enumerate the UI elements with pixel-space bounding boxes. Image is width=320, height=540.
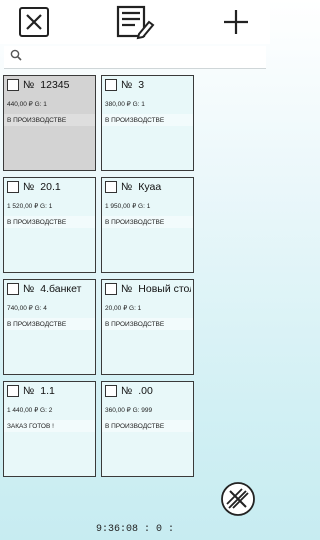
order-checkbox[interactable] — [105, 385, 117, 397]
order-card[interactable]: № Новый стол 20,00 ₽ G: 1 В ПРОИЗВОДСТВЕ — [101, 279, 194, 375]
order-checkbox[interactable] — [7, 385, 19, 397]
order-number: 1.1 — [40, 385, 55, 397]
order-price: 740,00 ₽ G: 4 — [7, 305, 47, 312]
order-number: 12345 — [40, 79, 70, 91]
toolbar — [0, 0, 270, 44]
cutlery-button[interactable] — [220, 481, 256, 517]
cutlery-cross-icon — [221, 482, 255, 516]
order-status: В ПРОИЗВОДСТВЕ — [105, 423, 165, 430]
order-card[interactable]: № 4.банкет 740,00 ₽ G: 4 В ПРОИЗВОДСТВЕ — [3, 279, 96, 375]
order-status: В ПРОИЗВОДСТВЕ — [7, 219, 67, 226]
order-status: В ПРОИЗВОДСТВЕ — [105, 219, 165, 226]
order-price: 1 440,00 ₽ G: 2 — [7, 407, 53, 414]
order-price: 1 950,00 ₽ G: 1 — [105, 203, 151, 210]
order-status: ЗАКАЗ ГОТОВ ! — [7, 423, 54, 430]
order-number-prefix: № — [23, 385, 35, 397]
order-checkbox[interactable] — [7, 79, 19, 91]
order-number-prefix: № — [23, 181, 35, 193]
order-checkbox[interactable] — [7, 283, 19, 295]
order-number: Куаа — [138, 181, 162, 193]
order-number: Новый стол — [138, 283, 191, 295]
add-order-button[interactable] — [218, 4, 254, 40]
order-number: 20.1 — [40, 181, 61, 193]
search-icon — [10, 49, 22, 61]
order-checkbox[interactable] — [105, 181, 117, 193]
search-bar[interactable] — [4, 46, 266, 69]
order-number-prefix: № — [23, 79, 35, 91]
plus-icon — [224, 10, 248, 34]
order-checkbox[interactable] — [105, 79, 117, 91]
order-status: В ПРОИЗВОДСТВЕ — [7, 321, 67, 328]
notes-edit-icon — [116, 5, 155, 40]
order-card[interactable]: № 20.1 1 520,00 ₽ G: 1 В ПРОИЗВОДСТВЕ — [3, 177, 96, 273]
order-card[interactable]: № 1.1 1 440,00 ₽ G: 2 ЗАКАЗ ГОТОВ ! — [3, 381, 96, 477]
order-price: 1 520,00 ₽ G: 1 — [7, 203, 53, 210]
clock-readout: 9:36:08 : 0 : — [95, 524, 174, 535]
close-icon — [19, 7, 49, 37]
order-number: 4.банкет — [40, 283, 82, 295]
order-number-prefix: № — [121, 181, 133, 193]
order-number: 3 — [138, 79, 145, 91]
order-price: 360,00 ₽ G: 999 — [105, 407, 153, 414]
order-number-prefix: № — [121, 385, 133, 397]
order-number-prefix: № — [23, 283, 35, 295]
order-status: В ПРОИЗВОДСТВЕ — [105, 321, 165, 328]
order-card[interactable]: № .00 360,00 ₽ G: 999 В ПРОИЗВОДСТВЕ — [101, 381, 194, 477]
order-status: В ПРОИЗВОДСТВЕ — [105, 117, 165, 124]
order-card[interactable]: № 3 380,00 ₽ G: 1 В ПРОИЗВОДСТВЕ — [101, 75, 194, 171]
order-number-prefix: № — [121, 79, 133, 91]
order-status: В ПРОИЗВОДСТВЕ — [7, 117, 67, 124]
order-number: .00 — [138, 385, 153, 397]
search-input[interactable] — [26, 48, 260, 66]
order-card[interactable]: № Куаа 1 950,00 ₽ G: 1 В ПРОИЗВОДСТВЕ — [101, 177, 194, 273]
order-number-prefix: № — [121, 283, 133, 295]
order-price: 380,00 ₽ G: 1 — [105, 101, 145, 108]
notes-button[interactable] — [114, 4, 156, 40]
close-button[interactable] — [16, 4, 52, 40]
order-checkbox[interactable] — [7, 181, 19, 193]
order-price: 440,00 ₽ G: 1 — [7, 101, 47, 108]
order-checkbox[interactable] — [105, 283, 117, 295]
order-price: 20,00 ₽ G: 1 — [105, 305, 142, 312]
order-card[interactable]: № 12345 440,00 ₽ G: 1 В ПРОИЗВОДСТВЕ — [3, 75, 96, 171]
